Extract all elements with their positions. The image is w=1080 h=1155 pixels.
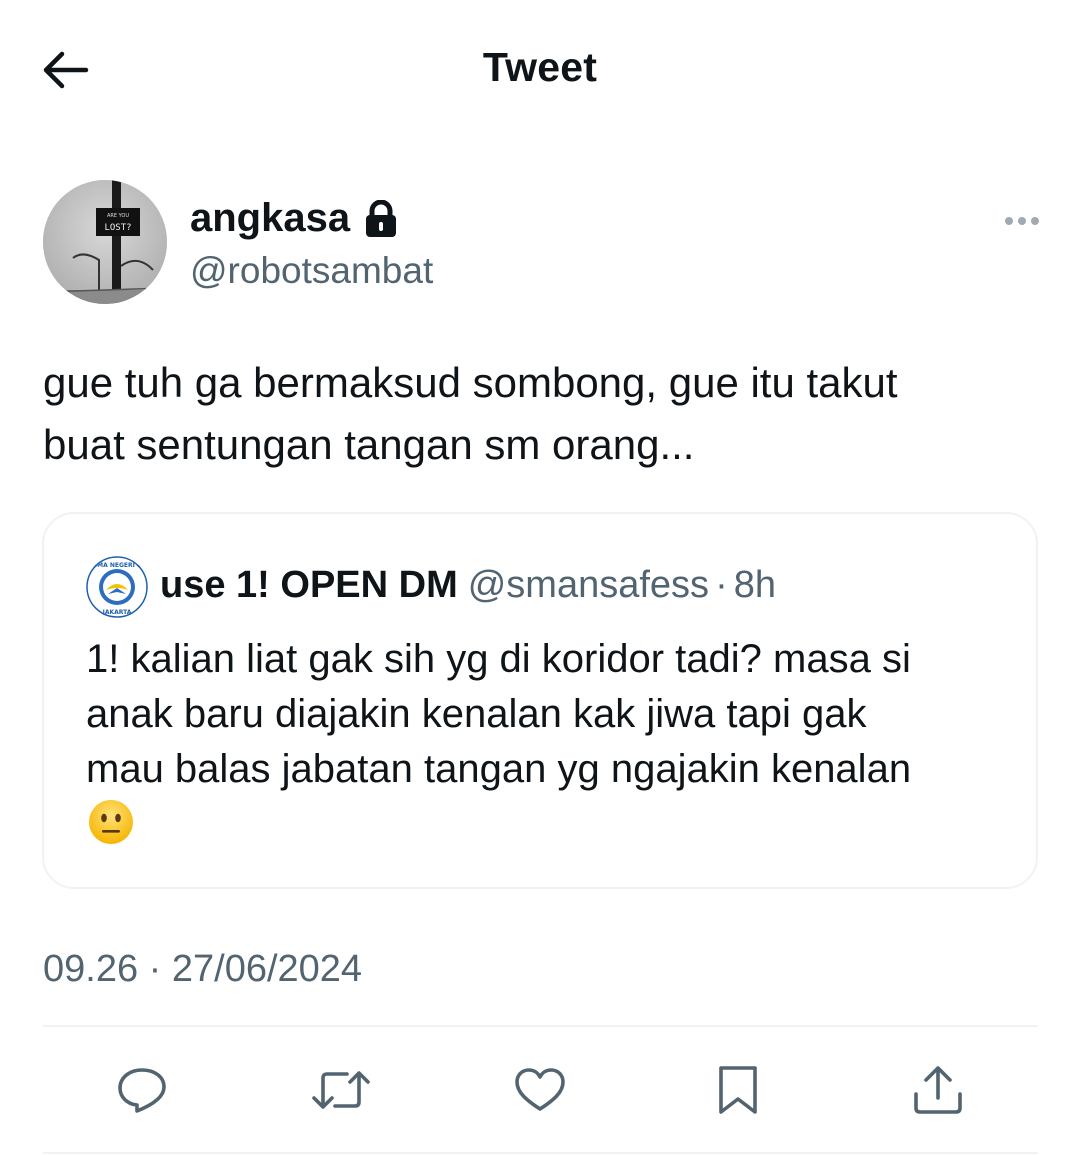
tweet-timestamp[interactable]: 09.26 · 27/06/2024 bbox=[43, 948, 362, 991]
quote-author-handle: @smansafess bbox=[467, 564, 710, 606]
quote-avatar-logo-bottom: JAKARTA bbox=[102, 609, 132, 616]
avatar-sign-text-bottom: LOST? bbox=[104, 223, 131, 233]
more-options-button[interactable] bbox=[996, 206, 1048, 236]
quote-text-line: anak baru diajakin kenalan kak jiwa tapi… bbox=[86, 692, 867, 736]
bookmark-icon bbox=[719, 1066, 757, 1114]
quote-text: 1! kalian liat gak sih yg di koridor tad… bbox=[86, 632, 1016, 797]
bookmark-button[interactable] bbox=[708, 1060, 768, 1120]
author-name-text: angkasa bbox=[190, 196, 351, 240]
tweet-text-line: gue tuh ga bermaksud sombong, gue itu ta… bbox=[43, 359, 898, 406]
quoted-tweet-card[interactable]: SMA NEGERI 1 JAKARTA use 1! OPEN DM @sman… bbox=[42, 512, 1038, 889]
like-icon bbox=[515, 1068, 565, 1111]
page-title: Tweet bbox=[482, 44, 598, 90]
tweet-text: gue tuh ga bermaksud sombong, gue itu ta… bbox=[43, 352, 1043, 476]
reply-button[interactable] bbox=[112, 1060, 172, 1120]
tweet-detail-page: Tweet ARE YOU LOST? angkasa @robotsambat… bbox=[0, 0, 1080, 1155]
author-handle[interactable]: @robotsambat bbox=[190, 250, 433, 292]
divider-bottom bbox=[43, 1152, 1038, 1154]
share-button[interactable] bbox=[908, 1060, 968, 1120]
quote-separator: · bbox=[715, 564, 728, 606]
reply-icon bbox=[118, 1068, 166, 1113]
author-display-name[interactable]: angkasa bbox=[190, 196, 398, 241]
quote-author-name: use 1! OPEN DM bbox=[160, 564, 458, 606]
share-icon bbox=[914, 1066, 962, 1114]
avatar-sign-text-top: ARE YOU bbox=[107, 213, 129, 219]
retweet-button[interactable] bbox=[311, 1060, 371, 1120]
quote-text-line: 1! kalian liat gak sih yg di koridor tad… bbox=[86, 637, 911, 681]
quote-header: use 1! OPEN DM @smansafess · 8h bbox=[160, 564, 776, 607]
quote-avatar-logo-top: SMA NEGERI 1 bbox=[93, 562, 141, 569]
quote-text-line: mau balas jabatan tangan yg ngajakin ken… bbox=[86, 747, 912, 791]
neutral-face-emoji bbox=[89, 800, 133, 844]
quote-time: 8h bbox=[733, 564, 776, 606]
author-avatar[interactable]: ARE YOU LOST? bbox=[43, 180, 167, 304]
divider bbox=[43, 1025, 1038, 1027]
lock-icon bbox=[364, 199, 398, 238]
more-dots-icon bbox=[1005, 217, 1039, 225]
quote-author-avatar: SMA NEGERI 1 JAKARTA bbox=[86, 556, 148, 618]
like-button[interactable] bbox=[510, 1060, 570, 1120]
tweet-text-line: buat sentungan tangan sm orang... bbox=[43, 421, 695, 468]
retweet-icon bbox=[312, 1071, 370, 1109]
